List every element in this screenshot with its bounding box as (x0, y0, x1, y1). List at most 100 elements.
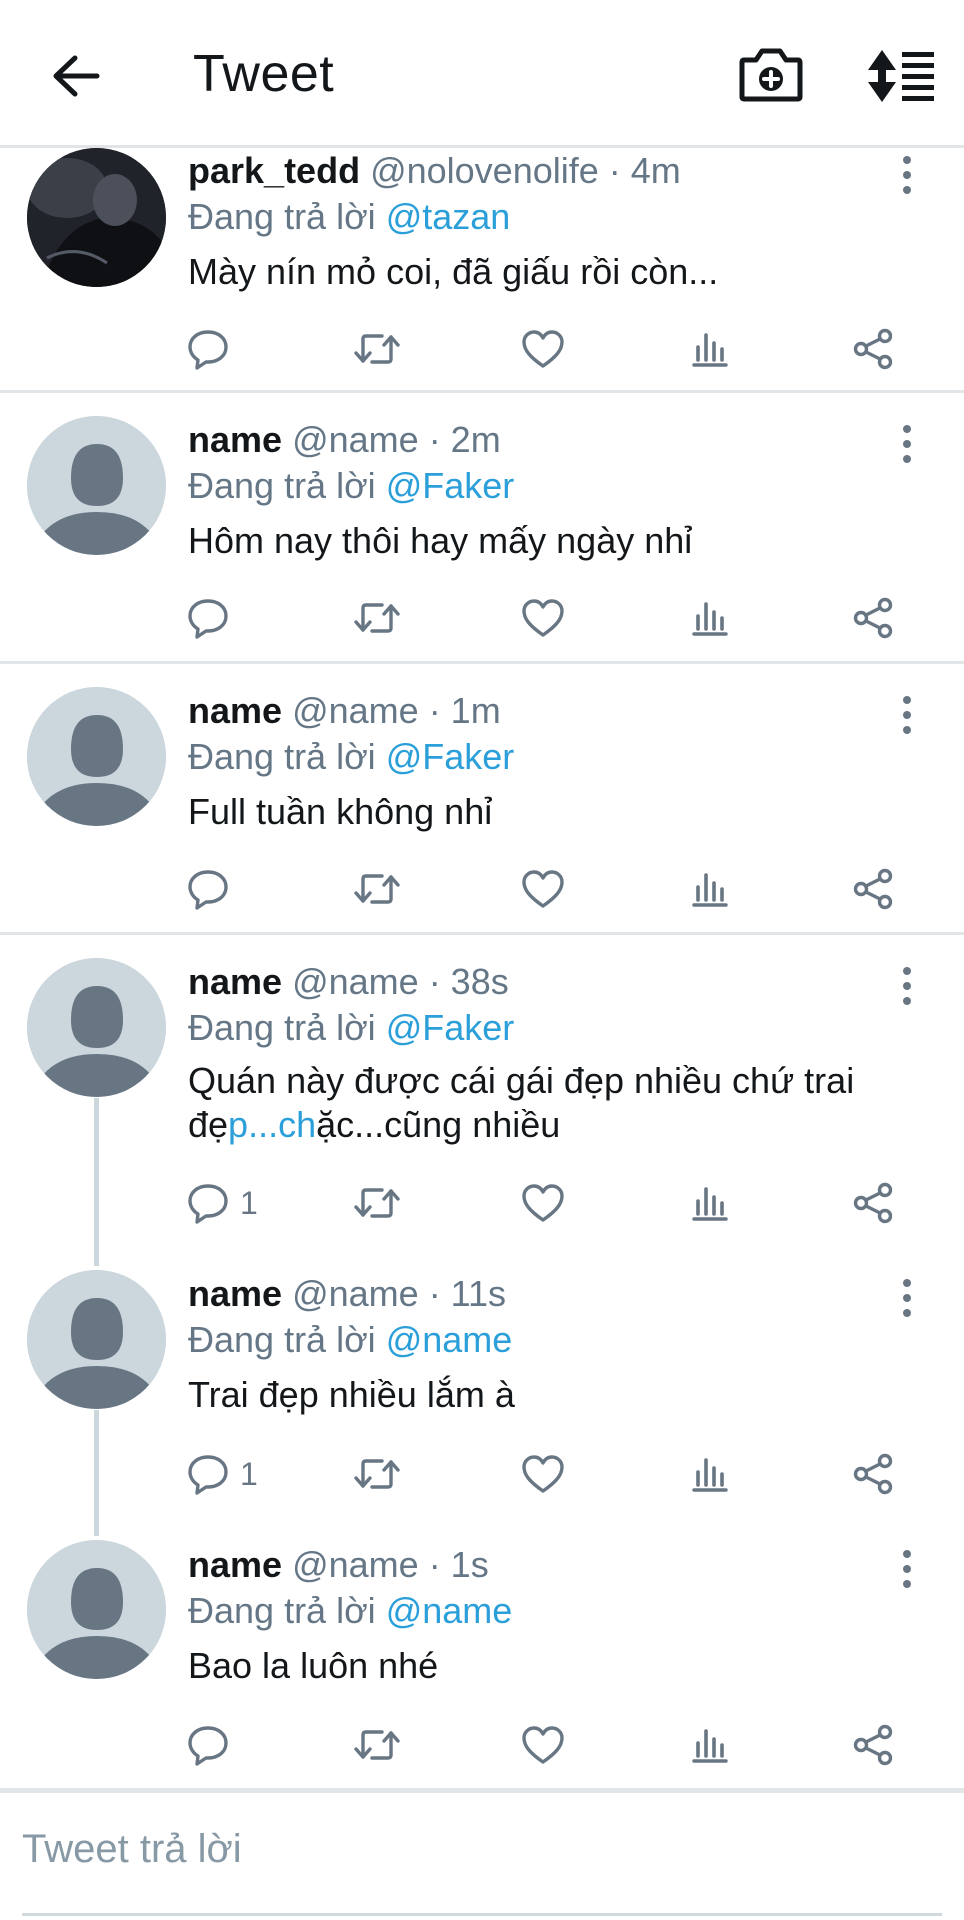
tweet-header: name @name · 38s (188, 961, 509, 1003)
retweet-button[interactable] (352, 864, 402, 914)
reply-count: 1 (240, 1184, 258, 1221)
analytics-icon (692, 333, 728, 367)
retweet-button[interactable] (352, 1720, 402, 1770)
share-button[interactable] (852, 1178, 896, 1228)
tweet[interactable]: park_tedd @nolovenolife · 4m Đang trả lờ… (0, 148, 964, 393)
back-button[interactable] (46, 48, 106, 104)
more-dot (903, 982, 911, 990)
reply-button[interactable]: 1 (186, 1449, 258, 1499)
display-name[interactable]: name (188, 690, 282, 731)
reply-icon (188, 330, 228, 370)
analytics-button[interactable] (690, 864, 730, 914)
display-name[interactable]: name (188, 1273, 282, 1314)
tweet[interactable]: name @name · 11s Đang trả lời @name Trai… (0, 1249, 964, 1520)
mention-link[interactable]: @Faker (386, 1007, 515, 1048)
inline-link[interactable]: p...ch (228, 1104, 316, 1145)
timestamp: · 11s (428, 1273, 507, 1314)
reply-icon (188, 1726, 228, 1766)
share-icon (853, 1182, 893, 1224)
avatar[interactable] (27, 1540, 166, 1679)
tweet[interactable]: name @name · 2m Đang trả lời @Faker Hôm … (0, 393, 964, 664)
like-button[interactable] (520, 1178, 566, 1228)
heart-icon (522, 1455, 564, 1493)
sort-button[interactable] (866, 48, 936, 104)
tweet[interactable]: name @name · 38s Đang trả lời @Faker Quá… (0, 935, 964, 1249)
analytics-icon (692, 602, 728, 636)
user-handle[interactable]: @name (292, 961, 419, 1002)
more-dot (903, 711, 911, 719)
more-options-button[interactable] (890, 421, 924, 467)
share-button[interactable] (852, 593, 896, 643)
retweet-button[interactable] (352, 324, 402, 374)
share-icon (853, 868, 893, 910)
camera-button[interactable] (738, 44, 804, 104)
more-options-button[interactable] (890, 152, 924, 198)
share-button[interactable] (852, 324, 896, 374)
retweet-button[interactable] (352, 1449, 402, 1499)
default-avatar-icon (27, 416, 166, 555)
like-button[interactable] (520, 1720, 566, 1770)
user-handle[interactable]: @nolovenolife (370, 150, 599, 191)
avatar[interactable] (27, 1270, 166, 1409)
user-handle[interactable]: @name (292, 1544, 419, 1585)
analytics-button[interactable] (690, 1178, 730, 1228)
display-name[interactable]: park_tedd (188, 150, 360, 191)
avatar[interactable] (27, 958, 166, 1097)
share-button[interactable] (852, 1449, 896, 1499)
more-options-button[interactable] (890, 1275, 924, 1321)
tweet-text-line: Quán này được cái gái đẹp nhiều chứ trai (188, 1060, 855, 1101)
display-name[interactable]: name (188, 961, 282, 1002)
mention-link[interactable]: @Faker (386, 465, 515, 506)
more-options-button[interactable] (890, 963, 924, 1009)
more-dot (903, 1294, 911, 1302)
reply-button[interactable] (186, 864, 240, 914)
more-dot (903, 997, 911, 1005)
display-name[interactable]: name (188, 419, 282, 460)
mention-link[interactable]: @name (386, 1319, 513, 1360)
retweet-button[interactable] (352, 1178, 402, 1228)
tweet[interactable]: name @name · 1s Đang trả lời @name Bao l… (0, 1520, 964, 1791)
user-handle[interactable]: @name (292, 1273, 419, 1314)
like-button[interactable] (520, 864, 566, 914)
reply-button[interactable]: 1 (186, 1178, 258, 1228)
reply-input[interactable] (22, 1821, 922, 1877)
retweet-icon (354, 874, 400, 904)
input-underline (22, 1913, 942, 1916)
more-options-button[interactable] (890, 1546, 924, 1592)
mention-link[interactable]: @name (386, 1590, 513, 1631)
analytics-button[interactable] (690, 593, 730, 643)
avatar[interactable] (27, 416, 166, 555)
like-button[interactable] (520, 324, 566, 374)
tweet[interactable]: name @name · 1m Đang trả lời @Faker Full… (0, 664, 964, 935)
analytics-button[interactable] (690, 1449, 730, 1499)
avatar[interactable] (27, 687, 166, 826)
tweet-header: name @name · 1s (188, 1544, 489, 1586)
like-button[interactable] (520, 1449, 566, 1499)
user-handle[interactable]: @name (292, 419, 419, 460)
retweet-button[interactable] (352, 593, 402, 643)
analytics-button[interactable] (690, 324, 730, 374)
more-dot (903, 156, 911, 164)
replying-label: Đang trả lời (188, 1007, 376, 1048)
share-icon (853, 597, 893, 639)
share-button[interactable] (852, 1720, 896, 1770)
like-button[interactable] (520, 593, 566, 643)
reply-button[interactable] (186, 1720, 240, 1770)
user-handle[interactable]: @name (292, 690, 419, 731)
share-button[interactable] (852, 864, 896, 914)
more-options-button[interactable] (890, 692, 924, 738)
mention-link[interactable]: @tazan (386, 196, 511, 237)
reply-button[interactable] (186, 324, 240, 374)
analytics-icon (692, 1187, 728, 1221)
more-dot (903, 186, 911, 194)
analytics-button[interactable] (690, 1720, 730, 1770)
reply-icon (188, 1455, 228, 1495)
timestamp: · 1m (428, 690, 501, 731)
default-avatar-icon (27, 1270, 166, 1409)
avatar[interactable] (27, 148, 166, 287)
mention-link[interactable]: @Faker (386, 736, 515, 777)
more-dot (903, 1279, 911, 1287)
retweet-icon (354, 1188, 400, 1218)
display-name[interactable]: name (188, 1544, 282, 1585)
reply-button[interactable] (186, 593, 240, 643)
